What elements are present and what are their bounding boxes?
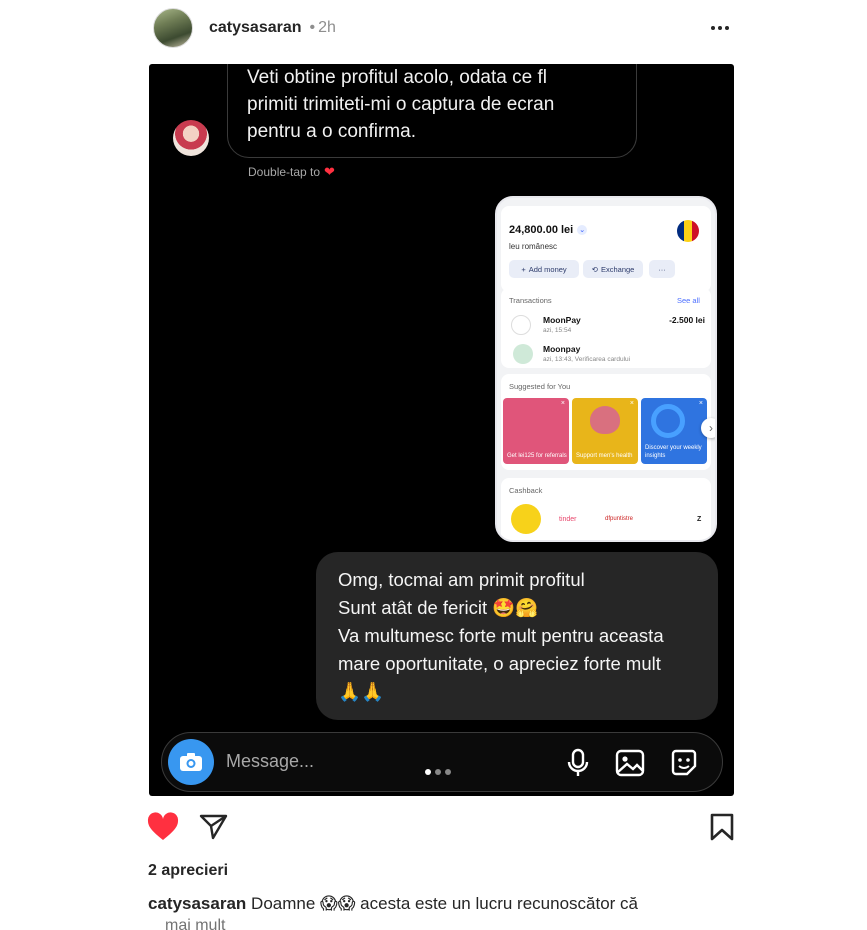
suggestion-tile-health: × Support men's health [572, 398, 638, 464]
tile-label: Discover your weekly insights [645, 445, 702, 459]
post-header: catysasaran • 2h [153, 8, 735, 48]
message-input-placeholder: Message... [226, 751, 315, 771]
clover-icon [513, 344, 533, 364]
moonpay-logo-icon [511, 315, 531, 335]
suggestion-tile-insights: × Discover your weekly insights [641, 398, 707, 464]
transaction-name: MoonPay [543, 315, 581, 325]
double-tap-hint: Double-tap to ❤ [248, 164, 335, 180]
close-icon: × [698, 400, 703, 407]
reply-line: Va multumesc forte mult pentru aceasta [338, 625, 664, 646]
reply-line: 🙏🙏 [338, 681, 385, 702]
brand-logo: Z [697, 516, 702, 523]
heart-icon: ❤ [324, 164, 335, 179]
romania-flag-icon [677, 220, 699, 242]
suggestion-tile-referrals: × Get lei125 for referrals [503, 398, 569, 464]
tile-label: Support men's health [576, 453, 633, 459]
caption-text: Doamne 😱😱 acesta este un lucru recunoscă… [246, 894, 639, 913]
chevron-down-icon: ⌄ [577, 225, 588, 235]
brand-tinder: tinder [559, 516, 577, 523]
dm-message-line: primiti trimiteti-mi o captura de ecran [247, 94, 555, 115]
heart-icon [590, 406, 620, 434]
ring-icon [651, 404, 685, 438]
transaction-time: azi, 15:54 [543, 327, 572, 334]
tile-label: Get lei125 for referrals [507, 453, 567, 459]
caption-username[interactable]: catysasaran [148, 894, 246, 913]
post-caption: catysasaran Doamne 😱😱 acesta este un luc… [148, 894, 638, 914]
exchange-icon: ⟲ [591, 264, 598, 274]
gallery-icon [614, 747, 646, 779]
avatar[interactable] [153, 8, 193, 48]
message-composer: Message... [161, 732, 723, 792]
close-icon: × [560, 400, 565, 407]
separator-dot: • [309, 19, 316, 36]
camera-icon [180, 753, 202, 771]
reply-line: Sunt atât de fericit 🤩🤗 [338, 597, 539, 618]
more-link[interactable]: mai mult [165, 917, 225, 930]
transaction-amount: -2.500 lei [669, 315, 705, 325]
cashback-title: Cashback [509, 486, 543, 495]
reply-line: Omg, tocmai am primit profitul [338, 569, 585, 590]
reply-line: mare oportunitate, o apreciez forte mult [338, 653, 661, 674]
likes-count[interactable]: 2 aprecieri [148, 862, 228, 880]
camera-button [168, 739, 214, 785]
more-options-button[interactable] [711, 26, 729, 30]
post-media[interactable]: Veti obtine profitul acolo, odata ce fl … [149, 64, 734, 796]
exchange-button: ⟲ Exchange [583, 260, 643, 278]
microphone-icon [562, 747, 594, 779]
balance-amount: 24,800.00 lei ⌄ [509, 224, 588, 236]
paper-plane-icon [199, 814, 228, 840]
like-button[interactable] [147, 812, 179, 842]
save-button[interactable] [709, 812, 737, 842]
bank-app-screenshot: 24,800.00 lei ⌄ leu românesc + Add money … [495, 196, 717, 542]
share-button[interactable] [199, 812, 229, 842]
add-money-button: + Add money [509, 260, 579, 278]
currency-name: leu românesc [509, 242, 558, 251]
more-actions-button: ··· [649, 260, 675, 278]
close-icon: × [629, 400, 634, 407]
chevron-right-icon: › [701, 418, 715, 438]
brand-logo: dfpuntistre [605, 516, 634, 522]
reply-message-text: Omg, tocmai am primit profitul Sunt atât… [338, 566, 708, 706]
heart-filled-icon [147, 812, 179, 840]
post-actions [147, 810, 739, 842]
transaction-name: Moonpay [543, 344, 581, 354]
carousel-dots[interactable] [425, 769, 451, 775]
transactions-title: Transactions [509, 296, 552, 305]
see-all-link: See all [677, 296, 700, 305]
sticker-icon [668, 747, 700, 779]
post-time[interactable]: 2h [318, 19, 336, 37]
suggested-title: Suggested for You [509, 382, 571, 391]
post-username[interactable]: catysasaran [209, 19, 302, 37]
double-tap-text: Double-tap to [248, 165, 321, 179]
dm-message-line: pentru a o confirma. [247, 121, 416, 142]
plus-icon: + [521, 264, 526, 274]
cashback-logo-icon [511, 504, 541, 534]
dm-sender-avatar [173, 120, 209, 156]
transaction-time: azi, 13:43, Verificarea cardului [543, 356, 631, 363]
dm-message-text: Veti obtine profitul acolo, odata ce fl … [247, 64, 627, 145]
bookmark-icon [710, 813, 734, 841]
dm-message-line: Veti obtine profitul acolo, odata ce fl [247, 67, 547, 88]
